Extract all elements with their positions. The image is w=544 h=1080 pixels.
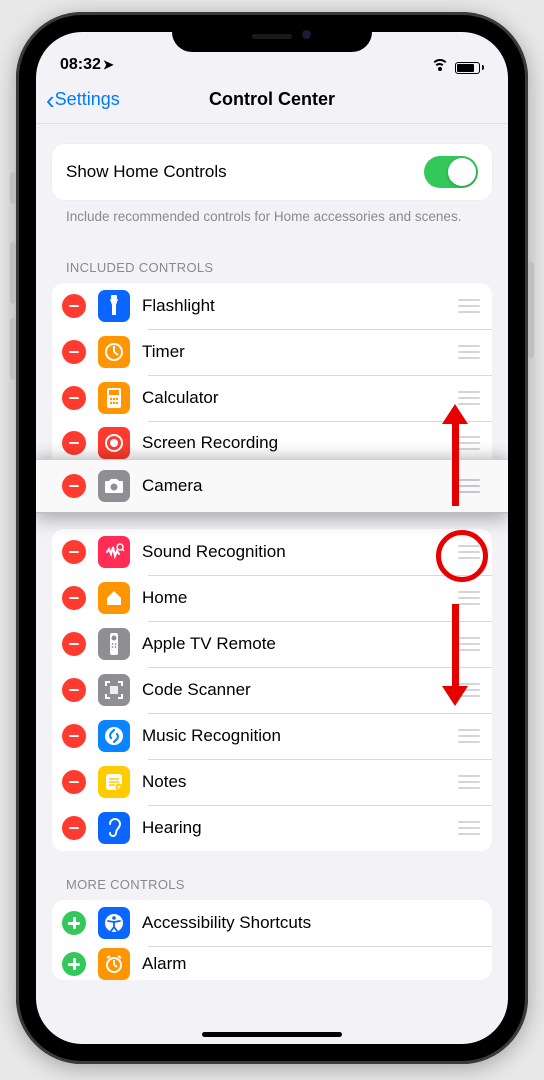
drag-handle-icon[interactable] <box>458 299 480 313</box>
home-indicator[interactable] <box>202 1032 342 1037</box>
remove-button[interactable] <box>62 816 86 840</box>
location-icon: ➤ <box>103 57 114 73</box>
sound-icon <box>98 536 130 568</box>
control-label: Hearing <box>142 818 450 838</box>
home-icon <box>98 582 130 614</box>
wifi-icon <box>431 61 449 74</box>
control-row-notes[interactable]: Notes <box>52 759 492 805</box>
screen: 08:32 ➤ ‹ Settings Control Center <box>36 32 508 1044</box>
control-label: Alarm <box>142 954 480 974</box>
control-row-calculator[interactable]: Calculator <box>52 375 492 421</box>
add-button[interactable] <box>62 911 86 935</box>
remove-button[interactable] <box>62 540 86 564</box>
drag-handle-icon[interactable] <box>458 391 480 405</box>
remove-button[interactable] <box>62 724 86 748</box>
qr-icon <box>98 674 130 706</box>
flashlight-icon <box>98 290 130 322</box>
show-home-controls-toggle[interactable] <box>424 156 478 188</box>
mute-switch <box>10 172 16 204</box>
drag-handle-icon[interactable] <box>458 775 480 789</box>
control-row-flashlight[interactable]: Flashlight <box>52 283 492 329</box>
control-row-screen-recording[interactable]: Screen Recording <box>52 421 492 459</box>
drag-handle-icon[interactable] <box>458 479 480 493</box>
remove-button[interactable] <box>62 431 86 455</box>
phone-frame: 08:32 ➤ ‹ Settings Control Center <box>16 12 528 1064</box>
drag-handle-icon[interactable] <box>458 683 480 697</box>
control-row-home[interactable]: Home <box>52 575 492 621</box>
back-button[interactable]: ‹ Settings <box>46 87 120 113</box>
nav-bar: ‹ Settings Control Center <box>36 76 508 124</box>
remote-icon <box>98 628 130 660</box>
drag-handle-icon[interactable] <box>458 591 480 605</box>
ear-icon <box>98 812 130 844</box>
battery-icon <box>455 62 485 74</box>
control-label: Apple TV Remote <box>142 634 450 654</box>
control-row-accessibility-shortcuts[interactable]: Accessibility Shortcuts <box>52 900 492 946</box>
shazam-icon <box>98 720 130 752</box>
included-controls-list-lower: Sound Recognition Home <box>52 529 492 851</box>
volume-down-button <box>10 318 16 380</box>
remove-button[interactable] <box>62 386 86 410</box>
home-controls-hint: Include recommended controls for Home ac… <box>52 200 492 226</box>
control-label: Notes <box>142 772 450 792</box>
drag-handle-icon[interactable] <box>458 821 480 835</box>
home-controls-card: Show Home Controls <box>52 144 492 200</box>
drag-handle-icon[interactable] <box>458 637 480 651</box>
control-row-music-recognition[interactable]: Music Recognition <box>52 713 492 759</box>
record-icon <box>98 427 130 459</box>
status-time: 08:32 <box>60 56 101 74</box>
show-home-controls-label: Show Home Controls <box>66 162 227 182</box>
more-controls-list: Accessibility Shortcuts Alarm <box>52 900 492 980</box>
remove-button[interactable] <box>62 340 86 364</box>
drag-handle-icon[interactable] <box>458 436 480 450</box>
dragging-row-wrap: Camera <box>36 459 508 513</box>
control-row-hearing[interactable]: Hearing <box>52 805 492 851</box>
control-row-camera[interactable]: Camera <box>36 459 508 513</box>
drag-handle-icon[interactable] <box>458 545 480 559</box>
alarm-icon <box>98 948 130 980</box>
remove-button[interactable] <box>62 586 86 610</box>
notes-icon <box>98 766 130 798</box>
drag-handle-icon[interactable] <box>458 729 480 743</box>
control-label: Timer <box>142 342 450 362</box>
show-home-controls-row: Show Home Controls <box>52 144 492 200</box>
control-label: Code Scanner <box>142 680 450 700</box>
accessibility-icon <box>98 907 130 939</box>
control-label: Screen Recording <box>142 433 450 453</box>
page-title: Control Center <box>209 89 335 110</box>
volume-up-button <box>10 242 16 304</box>
included-controls-header: INCLUDED CONTROLS <box>52 226 492 283</box>
content: Show Home Controls Include recommended c… <box>36 124 508 1044</box>
chevron-left-icon: ‹ <box>46 87 55 113</box>
control-row-timer[interactable]: Timer <box>52 329 492 375</box>
drag-handle-icon[interactable] <box>458 345 480 359</box>
remove-button[interactable] <box>62 770 86 794</box>
control-row-sound-recognition[interactable]: Sound Recognition <box>52 529 492 575</box>
remove-button[interactable] <box>62 632 86 656</box>
control-label: Home <box>142 588 450 608</box>
control-label: Calculator <box>142 388 450 408</box>
control-row-alarm[interactable]: Alarm <box>52 946 492 980</box>
remove-button[interactable] <box>62 474 86 498</box>
calculator-icon <box>98 382 130 414</box>
add-button[interactable] <box>62 952 86 976</box>
control-row-code-scanner[interactable]: Code Scanner <box>52 667 492 713</box>
notch <box>172 20 372 52</box>
control-label: Accessibility Shortcuts <box>142 913 480 933</box>
control-label: Flashlight <box>142 296 450 316</box>
remove-button[interactable] <box>62 678 86 702</box>
control-label: Sound Recognition <box>142 542 450 562</box>
control-label: Camera <box>142 476 450 496</box>
more-controls-header: MORE CONTROLS <box>52 851 492 900</box>
back-label: Settings <box>55 89 120 110</box>
remove-button[interactable] <box>62 294 86 318</box>
control-row-apple-tv-remote[interactable]: Apple TV Remote <box>52 621 492 667</box>
camera-icon <box>98 470 130 502</box>
control-label: Music Recognition <box>142 726 450 746</box>
included-controls-list: Flashlight Timer <box>52 283 492 459</box>
power-button <box>528 262 534 358</box>
timer-icon <box>98 336 130 368</box>
